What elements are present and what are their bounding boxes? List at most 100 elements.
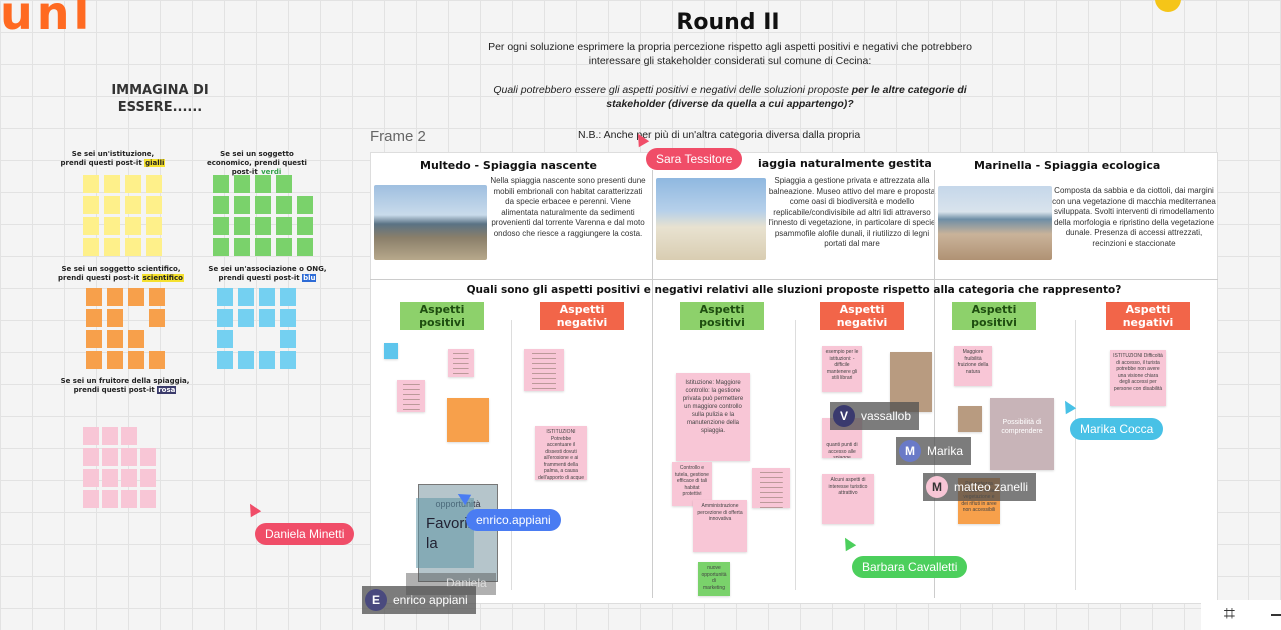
sticky-note[interactable] bbox=[140, 490, 156, 508]
sticky-note[interactable] bbox=[107, 309, 123, 327]
sticky-note[interactable] bbox=[149, 351, 165, 369]
sticky-note[interactable] bbox=[255, 217, 271, 235]
sticky-note[interactable] bbox=[276, 175, 292, 193]
sticky-note[interactable] bbox=[234, 238, 250, 256]
sticky-note[interactable] bbox=[524, 349, 564, 391]
sticky-note[interactable] bbox=[259, 330, 275, 348]
sticky-note[interactable]: Alcuni aspetti di interesse turistico at… bbox=[822, 474, 874, 524]
sticky-note[interactable] bbox=[86, 330, 102, 348]
sticky-note[interactable] bbox=[255, 196, 271, 214]
sticky-note[interactable] bbox=[234, 196, 250, 214]
sticky-note[interactable] bbox=[213, 217, 229, 235]
blue-sticky-stack[interactable] bbox=[217, 288, 298, 369]
sticky-note[interactable] bbox=[752, 468, 790, 508]
sticky-note[interactable] bbox=[448, 349, 474, 377]
yellow-sticky-stack[interactable] bbox=[83, 175, 164, 256]
sticky-note[interactable] bbox=[125, 238, 141, 256]
sticky-note[interactable] bbox=[128, 309, 144, 327]
frame-label[interactable]: Frame 2 bbox=[370, 128, 426, 145]
user-chip-vassallob[interactable]: V vassallob bbox=[830, 402, 920, 430]
user-chip-matteo[interactable]: M matteo zanelli bbox=[923, 473, 1037, 501]
sticky-note[interactable] bbox=[276, 196, 292, 214]
sticky-note[interactable] bbox=[238, 330, 254, 348]
sticky-note[interactable] bbox=[280, 351, 296, 369]
sticky-note[interactable] bbox=[140, 427, 156, 445]
sticky-note[interactable] bbox=[107, 351, 123, 369]
sticky-note[interactable] bbox=[102, 469, 118, 487]
sticky-note[interactable] bbox=[447, 398, 489, 442]
sticky-note[interactable]: esempio per le istituzioni: - difficile … bbox=[822, 346, 862, 392]
sticky-note[interactable]: nuove opportunità di marketing bbox=[698, 562, 730, 596]
sticky-note[interactable] bbox=[280, 309, 296, 327]
sticky-note[interactable] bbox=[255, 238, 271, 256]
sticky-note[interactable] bbox=[104, 238, 120, 256]
sticky-note[interactable] bbox=[958, 406, 982, 432]
sticky-note[interactable] bbox=[213, 175, 229, 193]
sticky-note[interactable]: Amministrazione percezione di offerta in… bbox=[693, 500, 747, 552]
sticky-note[interactable] bbox=[83, 448, 99, 466]
sticky-note[interactable] bbox=[217, 330, 233, 348]
sticky-note[interactable] bbox=[107, 288, 123, 306]
sticky-note[interactable] bbox=[128, 351, 144, 369]
sticky-note[interactable] bbox=[121, 448, 137, 466]
dragged-sticky-note-favorire[interactable]: Favorire la bbox=[416, 498, 481, 568]
sticky-note[interactable] bbox=[83, 175, 99, 193]
sticky-note[interactable] bbox=[128, 330, 144, 348]
orange-sticky-stack[interactable] bbox=[86, 288, 167, 369]
sticky-note[interactable] bbox=[238, 288, 254, 306]
sticky-note[interactable] bbox=[259, 309, 275, 327]
sticky-note[interactable] bbox=[149, 330, 165, 348]
sticky-note[interactable] bbox=[234, 217, 250, 235]
sticky-note[interactable] bbox=[86, 351, 102, 369]
sticky-note[interactable] bbox=[146, 196, 162, 214]
sticky-note[interactable] bbox=[140, 448, 156, 466]
sticky-note[interactable] bbox=[217, 351, 233, 369]
sticky-note[interactable] bbox=[83, 238, 99, 256]
sticky-note[interactable] bbox=[83, 490, 99, 508]
sticky-note[interactable] bbox=[102, 448, 118, 466]
sticky-note[interactable] bbox=[276, 238, 292, 256]
sticky-note[interactable] bbox=[217, 309, 233, 327]
sticky-note[interactable] bbox=[83, 196, 99, 214]
sticky-note[interactable] bbox=[146, 238, 162, 256]
sticky-note[interactable]: Istituzione: Maggiore controllo: la gest… bbox=[676, 373, 750, 461]
sticky-note[interactable]: Maggiore fruibilità fruizione della natu… bbox=[954, 346, 992, 386]
green-sticky-stack[interactable] bbox=[213, 175, 315, 256]
sticky-note[interactable] bbox=[213, 238, 229, 256]
sticky-note[interactable] bbox=[140, 469, 156, 487]
sticky-note[interactable] bbox=[146, 175, 162, 193]
sticky-note[interactable] bbox=[297, 196, 313, 214]
sticky-note[interactable]: ISTITUZIONI Potrebbe accentuare il disse… bbox=[535, 426, 587, 480]
sticky-note[interactable] bbox=[121, 469, 137, 487]
user-chip-enrico[interactable]: E enrico appiani bbox=[362, 586, 476, 614]
sticky-note[interactable] bbox=[255, 175, 271, 193]
sticky-note[interactable] bbox=[397, 380, 425, 412]
sticky-note[interactable] bbox=[259, 288, 275, 306]
sticky-note[interactable] bbox=[104, 175, 120, 193]
sticky-note[interactable] bbox=[104, 196, 120, 214]
sticky-note[interactable] bbox=[146, 217, 162, 235]
sticky-note[interactable] bbox=[217, 288, 233, 306]
sticky-note[interactable] bbox=[297, 217, 313, 235]
sticky-note[interactable] bbox=[213, 196, 229, 214]
sticky-note[interactable] bbox=[234, 175, 250, 193]
sticky-note[interactable] bbox=[128, 288, 144, 306]
sticky-note[interactable] bbox=[259, 351, 275, 369]
sticky-note[interactable] bbox=[297, 175, 313, 193]
grid-icon[interactable]: ⌗ bbox=[1224, 603, 1235, 626]
pink-sticky-stack[interactable] bbox=[83, 427, 156, 508]
sticky-note[interactable] bbox=[238, 351, 254, 369]
sticky-note[interactable] bbox=[149, 288, 165, 306]
sticky-note[interactable] bbox=[83, 217, 99, 235]
sticky-note[interactable] bbox=[125, 196, 141, 214]
sticky-note[interactable] bbox=[280, 330, 296, 348]
sticky-note[interactable] bbox=[86, 309, 102, 327]
sticky-note[interactable] bbox=[107, 330, 123, 348]
sticky-note[interactable] bbox=[276, 217, 292, 235]
sticky-note[interactable]: ISTITUZIONI Difficoltà di accesso, il tu… bbox=[1110, 350, 1166, 406]
sticky-note[interactable] bbox=[121, 427, 137, 445]
sticky-note[interactable] bbox=[102, 427, 118, 445]
sticky-note[interactable] bbox=[86, 288, 102, 306]
sticky-note[interactable] bbox=[121, 490, 137, 508]
sticky-note[interactable] bbox=[149, 309, 165, 327]
